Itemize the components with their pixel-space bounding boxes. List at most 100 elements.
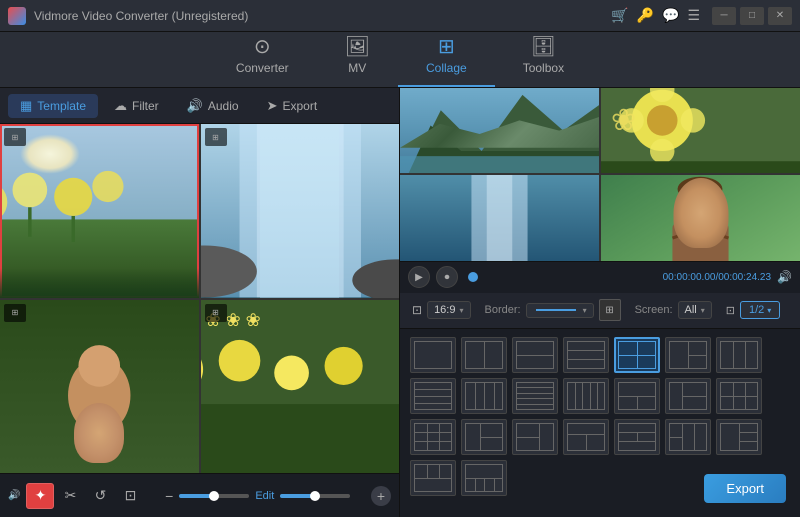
tab-collage[interactable]: ⊞ Collage (398, 29, 495, 87)
tab-collage-label: Collage (426, 61, 467, 75)
template-hthirds[interactable] (716, 337, 762, 373)
menu-icon[interactable]: ☰ (687, 7, 700, 24)
template-mix1[interactable] (614, 378, 660, 414)
edit-btn-star[interactable]: ✦ (26, 483, 54, 509)
template-single[interactable] (410, 337, 456, 373)
fraction-chevron: ▾ (767, 306, 771, 315)
minus-btn[interactable]: − (165, 488, 173, 504)
volume-icon[interactable]: 🔊 (777, 270, 792, 284)
nav-tabs: ⊙ Converter 🖼 MV ⊞ Collage 🗄 Toolbox (0, 32, 800, 88)
toolbar-icons: 🛒 🔑 💬 ☰ (611, 7, 700, 24)
chat-icon[interactable]: 💬 (662, 7, 679, 24)
edit-btn-copy[interactable]: ⊡ (116, 483, 144, 509)
template-hthree[interactable] (665, 419, 711, 455)
border-select[interactable]: ▾ (526, 303, 594, 318)
collage-cell-3[interactable]: ⊞ (0, 300, 199, 474)
right-cell-2 (601, 88, 800, 173)
collage-grid: ⊞ (0, 124, 399, 473)
maximize-button[interactable]: □ (740, 7, 764, 25)
template-custom1[interactable] (716, 419, 762, 455)
template-icon: ▦ (20, 98, 32, 114)
cell-1-indicator: ⊞ (4, 128, 26, 146)
sub-tab-export[interactable]: ➤ Export (255, 94, 330, 118)
right-controls: ▶ ⏺ 00:00:00.00/00:00:24.23 🔊 (400, 261, 800, 293)
tab-mv[interactable]: 🖼 MV (317, 29, 398, 87)
tab-converter-label: Converter (236, 61, 289, 75)
tab-toolbox-label: Toolbox (523, 61, 564, 75)
progress-indicator (468, 272, 478, 282)
border-label: Border: (485, 304, 521, 316)
fraction-value: 1/2 (749, 304, 764, 316)
aspect-value: 16:9 (434, 304, 455, 316)
stop-button[interactable]: ⏺ (436, 266, 458, 288)
right-cell-1 (400, 88, 599, 173)
edit-btn-undo[interactable]: ↺ (86, 483, 114, 509)
template-vsplit[interactable] (512, 337, 558, 373)
template-mix2[interactable] (665, 378, 711, 414)
fraction-select[interactable]: 1/2 ▾ (740, 301, 780, 319)
screen-label: Screen: (635, 304, 673, 316)
add-button[interactable]: + (371, 486, 391, 506)
sub-tab-export-label: Export (282, 99, 317, 113)
tab-mv-label: MV (348, 61, 366, 75)
template-custom2[interactable] (410, 460, 456, 496)
play-button[interactable]: ▶ (408, 266, 430, 288)
left-preview: ⊞ (0, 124, 399, 473)
edit-slider[interactable] (179, 494, 249, 498)
template-left-tall[interactable] (461, 419, 507, 455)
template-hfive[interactable] (512, 378, 558, 414)
tab-toolbox[interactable]: 🗄 Toolbox (495, 29, 592, 87)
template-grid (410, 337, 790, 496)
fraction-group: ⊡ 1/2 ▾ (726, 301, 781, 319)
border-group: Border: ▾ ⊞ (485, 299, 621, 321)
template-top-wide[interactable] (563, 419, 609, 455)
edit-toolbar: 🔊 ✦ ✂ ↺ ⊡ − Edit + (0, 473, 399, 517)
right-cell-4 (601, 175, 800, 260)
template-custom3[interactable] (461, 460, 507, 496)
time-total: 00:00:24.23 (718, 272, 771, 283)
template-triple-v[interactable] (614, 419, 660, 455)
aspect-chevron: ▾ (459, 306, 463, 315)
converter-icon: ⊙ (254, 37, 271, 57)
time-display: 00:00:00.00/00:00:24.23 (663, 272, 771, 283)
close-button[interactable]: ✕ (768, 7, 792, 25)
key-icon[interactable]: 🔑 (637, 7, 654, 24)
export-button[interactable]: Export (704, 474, 786, 503)
cell-4-indicator: ⊞ (205, 304, 227, 322)
sub-tab-audio[interactable]: 🔊 Audio (175, 94, 251, 118)
cart-icon[interactable]: 🛒 (611, 7, 628, 24)
template-trio-right[interactable] (665, 337, 711, 373)
aspect-select[interactable]: 16:9 ▾ (427, 301, 470, 319)
tab-converter[interactable]: ⊙ Converter (208, 29, 317, 87)
title-bar: Vidmore Video Converter (Unregistered) 🛒… (0, 0, 800, 32)
mv-icon: 🖼 (345, 37, 370, 57)
grid-icon-button[interactable]: ⊞ (599, 299, 621, 321)
edit-slider-container: − Edit (146, 488, 369, 504)
screen-select[interactable]: All ▾ (678, 301, 712, 319)
toolbox-icon: 🗄 (531, 37, 556, 57)
template-nine[interactable] (410, 419, 456, 455)
export-sub-icon: ➤ (267, 98, 278, 114)
right-panel: ▶ ⏺ 00:00:00.00/00:00:24.23 🔊 ⊡ 16:9 ▾ B… (400, 88, 800, 517)
template-three-h[interactable] (563, 337, 609, 373)
volume-indicator: 🔊 (8, 490, 20, 501)
template-hsplit[interactable] (461, 337, 507, 373)
collage-cell-2[interactable]: ⊞ (201, 124, 400, 298)
edit-btn-cut[interactable]: ✂ (56, 483, 84, 509)
filter-icon: ☁ (114, 98, 127, 114)
template-quad[interactable] (614, 337, 660, 373)
sub-tab-template[interactable]: ▦ Template (8, 94, 98, 118)
minimize-button[interactable]: ─ (712, 7, 736, 25)
collage-cell-4[interactable]: ⊞ (201, 300, 400, 474)
collage-cell-1[interactable]: ⊞ (0, 124, 199, 298)
edit-slider-2[interactable] (280, 494, 350, 498)
template-mix3[interactable] (716, 378, 762, 414)
app-title: Vidmore Video Converter (Unregistered) (34, 9, 611, 23)
main-content: ▦ Template ☁ Filter 🔊 Audio ➤ Export ⊞ (0, 88, 800, 517)
template-right-tall[interactable] (512, 419, 558, 455)
options-bar: ⊡ 16:9 ▾ Border: ▾ ⊞ Screen: All ▾ (400, 293, 800, 329)
template-hquad[interactable] (410, 378, 456, 414)
sub-tab-filter[interactable]: ☁ Filter (102, 94, 171, 118)
template-vfour[interactable] (461, 378, 507, 414)
template-vsix[interactable] (563, 378, 609, 414)
